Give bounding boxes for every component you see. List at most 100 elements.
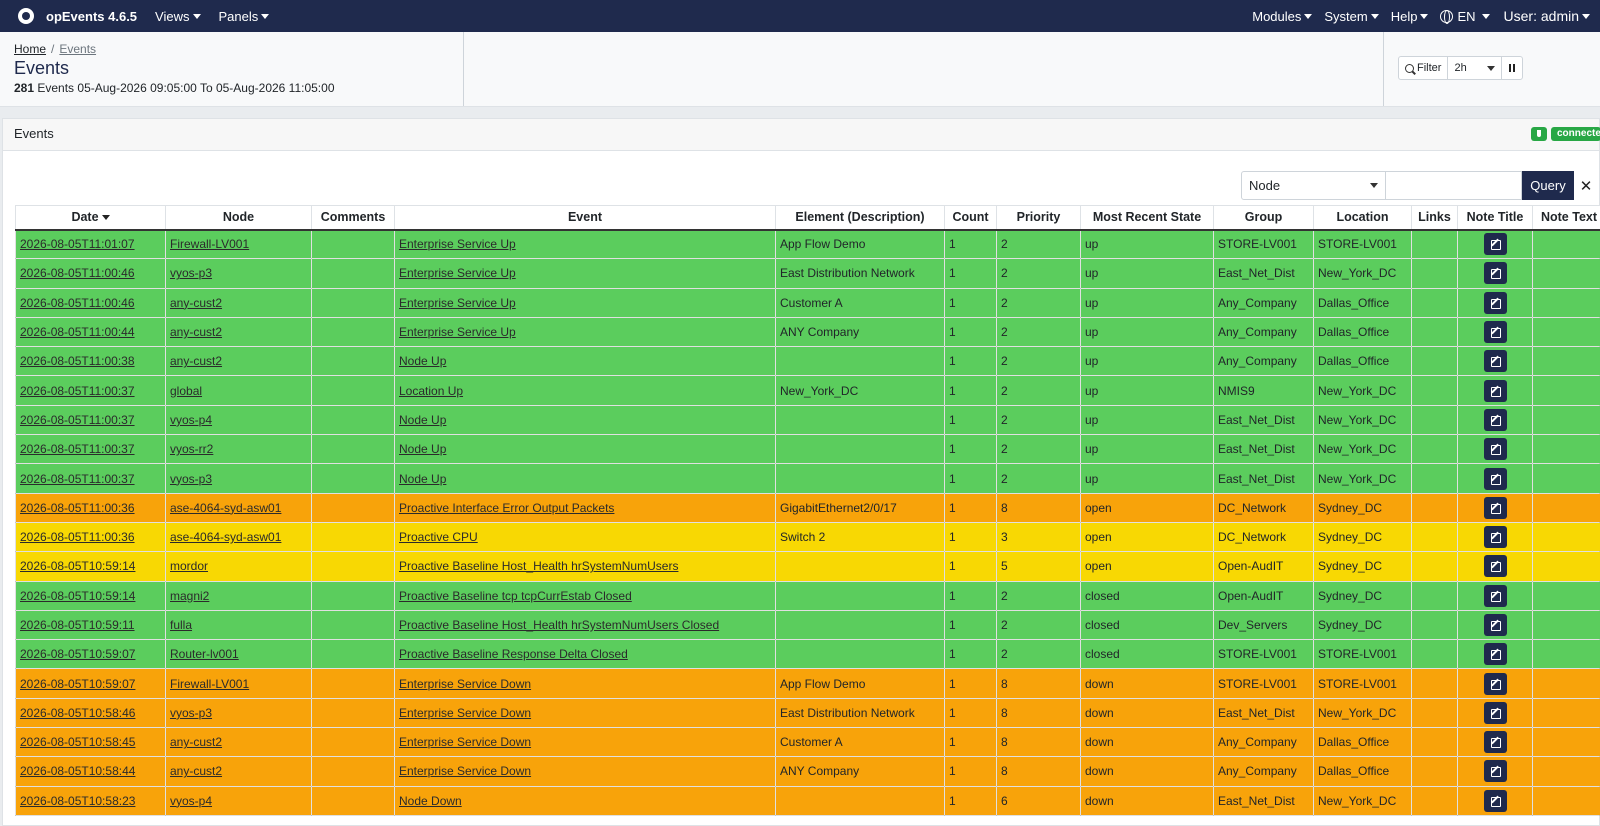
node-link[interactable]: Firewall-LV001: [170, 237, 249, 251]
node-link[interactable]: any-cust2: [170, 325, 222, 339]
date-link[interactable]: 2026-08-05T10:59:14: [20, 589, 135, 603]
edit-note-icon[interactable]: [1483, 584, 1507, 607]
column-header-node[interactable]: Node: [165, 205, 312, 231]
node-link[interactable]: ase-4064-syd-asw01: [170, 530, 281, 544]
column-header-links[interactable]: Links: [1411, 205, 1458, 231]
edit-note-icon[interactable]: [1483, 379, 1507, 402]
edit-note-icon[interactable]: [1483, 760, 1507, 783]
event-link[interactable]: Proactive Baseline Response Delta Closed: [399, 647, 628, 661]
node-link[interactable]: Firewall-LV001: [170, 677, 249, 691]
node-link[interactable]: any-cust2: [170, 735, 222, 749]
event-link[interactable]: Proactive Baseline Host_Health hrSystemN…: [399, 559, 678, 573]
date-link[interactable]: 2026-08-05T11:00:46: [20, 266, 135, 280]
menu-user[interactable]: User: admin: [1504, 8, 1590, 24]
column-header-note-title[interactable]: Note Title: [1457, 205, 1533, 231]
date-link[interactable]: 2026-08-05T11:00:37: [20, 472, 135, 486]
event-link[interactable]: Location Up: [399, 384, 463, 398]
node-link[interactable]: global: [170, 384, 202, 398]
edit-note-icon[interactable]: [1483, 408, 1507, 431]
event-link[interactable]: Node Up: [399, 354, 446, 368]
edit-note-icon[interactable]: [1483, 291, 1507, 314]
edit-note-icon[interactable]: [1483, 467, 1507, 490]
date-link[interactable]: 2026-08-05T11:00:46: [20, 296, 135, 310]
column-header-comments[interactable]: Comments: [311, 205, 395, 231]
date-link[interactable]: 2026-08-05T10:58:23: [20, 794, 135, 808]
query-button[interactable]: Query: [1522, 171, 1574, 200]
event-link[interactable]: Node Up: [399, 442, 446, 456]
event-link[interactable]: Proactive CPU: [399, 530, 478, 544]
edit-note-icon[interactable]: [1483, 731, 1507, 754]
date-link[interactable]: 2026-08-05T11:00:37: [20, 384, 135, 398]
date-link[interactable]: 2026-08-05T11:00:37: [20, 413, 135, 427]
node-link[interactable]: any-cust2: [170, 764, 222, 778]
pause-button[interactable]: [1502, 57, 1522, 79]
date-link[interactable]: 2026-08-05T11:01:07: [20, 237, 135, 251]
menu-help[interactable]: Help: [1391, 9, 1429, 24]
date-link[interactable]: 2026-08-05T10:59:11: [20, 618, 135, 632]
event-link[interactable]: Proactive Interface Error Output Packets: [399, 501, 614, 515]
event-link[interactable]: Proactive Baseline Host_Health hrSystemN…: [399, 618, 719, 632]
node-link[interactable]: vyos-p3: [170, 472, 212, 486]
column-header-element[interactable]: Element (Description): [775, 205, 945, 231]
event-link[interactable]: Enterprise Service Up: [399, 237, 516, 251]
date-link[interactable]: 2026-08-05T10:58:44: [20, 764, 135, 778]
edit-note-icon[interactable]: [1483, 701, 1507, 724]
date-link[interactable]: 2026-08-05T10:59:07: [20, 677, 135, 691]
date-link[interactable]: 2026-08-05T11:00:37: [20, 442, 135, 456]
date-link[interactable]: 2026-08-05T11:00:44: [20, 325, 135, 339]
event-link[interactable]: Node Down: [399, 794, 462, 808]
filter-button[interactable]: Filter: [1399, 57, 1449, 79]
node-link[interactable]: mordor: [170, 559, 208, 573]
date-link[interactable]: 2026-08-05T10:59:14: [20, 559, 135, 573]
node-link[interactable]: magni2: [170, 589, 209, 603]
event-link[interactable]: Enterprise Service Down: [399, 764, 531, 778]
event-link[interactable]: Node Up: [399, 413, 446, 427]
brand[interactable]: opEvents 4.6.5: [18, 8, 137, 24]
edit-note-icon[interactable]: [1483, 438, 1507, 461]
edit-note-icon[interactable]: [1483, 789, 1507, 812]
column-header-state[interactable]: Most Recent State: [1080, 205, 1214, 231]
node-link[interactable]: any-cust2: [170, 354, 222, 368]
node-link[interactable]: vyos-p4: [170, 413, 212, 427]
node-link[interactable]: vyos-p4: [170, 794, 212, 808]
event-link[interactable]: Enterprise Service Up: [399, 325, 516, 339]
time-range-select[interactable]: 2h: [1448, 57, 1503, 79]
edit-note-icon[interactable]: [1483, 321, 1507, 344]
column-header-count[interactable]: Count: [944, 205, 997, 231]
edit-note-icon[interactable]: [1483, 672, 1507, 695]
date-link[interactable]: 2026-08-05T10:59:07: [20, 647, 135, 661]
node-link[interactable]: vyos-p3: [170, 266, 212, 280]
edit-note-icon[interactable]: [1483, 643, 1507, 666]
date-link[interactable]: 2026-08-05T11:00:36: [20, 530, 135, 544]
node-link[interactable]: Router-lv001: [170, 647, 239, 661]
node-link[interactable]: vyos-p3: [170, 706, 212, 720]
menu-modules[interactable]: Modules: [1252, 9, 1313, 24]
date-link[interactable]: 2026-08-05T11:00:36: [20, 501, 135, 515]
event-link[interactable]: Node Up: [399, 472, 446, 486]
edit-note-icon[interactable]: [1483, 233, 1507, 256]
menu-language[interactable]: EN: [1440, 9, 1490, 24]
edit-note-icon[interactable]: [1483, 555, 1507, 578]
date-link[interactable]: 2026-08-05T10:58:46: [20, 706, 135, 720]
column-header-note-text[interactable]: Note Text: [1532, 205, 1600, 231]
node-link[interactable]: ase-4064-syd-asw01: [170, 501, 281, 515]
edit-note-icon[interactable]: [1483, 614, 1507, 636]
node-link[interactable]: fulla: [170, 618, 192, 632]
query-input[interactable]: [1386, 171, 1522, 200]
menu-system[interactable]: System: [1324, 9, 1379, 24]
menu-panels[interactable]: Panels: [219, 9, 270, 24]
clear-query-button[interactable]: ✕: [1574, 171, 1598, 200]
event-link[interactable]: Enterprise Service Down: [399, 706, 531, 720]
edit-note-icon[interactable]: [1483, 262, 1507, 285]
date-link[interactable]: 2026-08-05T11:00:38: [20, 354, 135, 368]
node-link[interactable]: vyos-rr2: [170, 442, 213, 456]
event-link[interactable]: Enterprise Service Down: [399, 735, 531, 749]
column-header-date[interactable]: Date: [15, 205, 166, 231]
event-link[interactable]: Enterprise Service Down: [399, 677, 531, 691]
column-header-priority[interactable]: Priority: [996, 205, 1081, 231]
breadcrumb-current[interactable]: Events: [59, 42, 96, 56]
query-field-select[interactable]: Node: [1241, 171, 1386, 200]
event-link[interactable]: Enterprise Service Up: [399, 296, 516, 310]
event-link[interactable]: Enterprise Service Up: [399, 266, 516, 280]
edit-note-icon[interactable]: [1483, 496, 1507, 519]
